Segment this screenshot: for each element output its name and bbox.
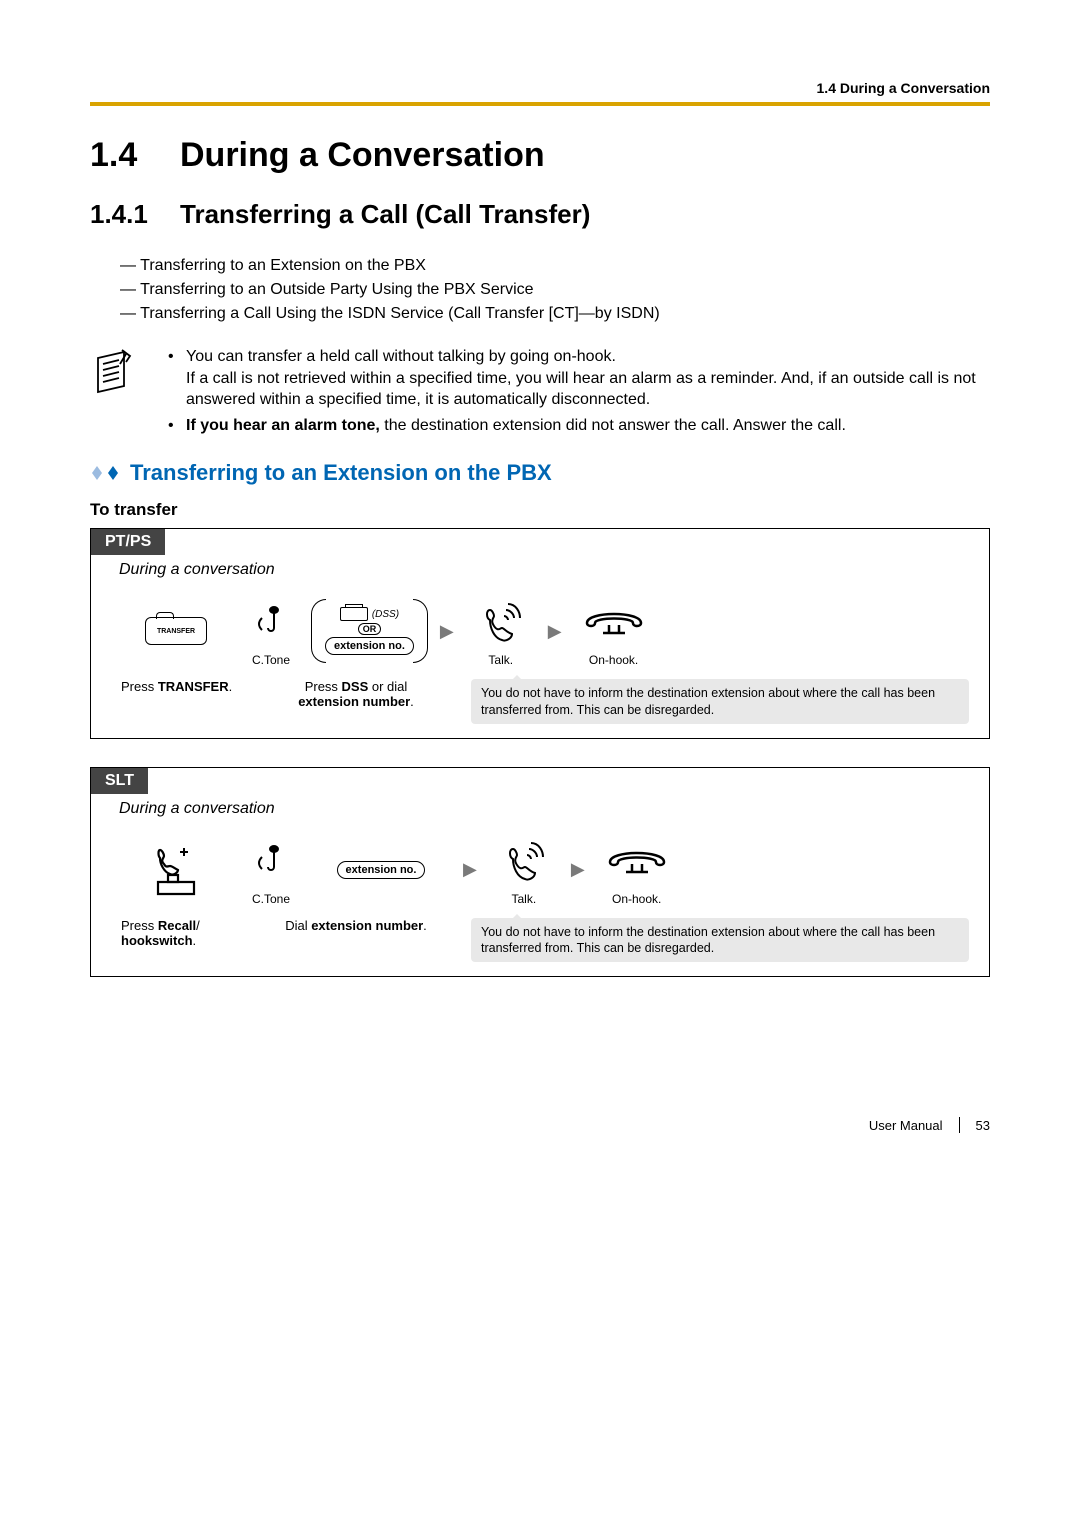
step-ctone: C.Tone: [241, 595, 301, 667]
talk-icon: [476, 598, 526, 648]
arrow-icon: ▶: [461, 859, 479, 880]
procedure-title: To transfer: [90, 500, 990, 520]
step-ext: extension no.: [311, 842, 451, 898]
diamond-bullet-icon: [90, 464, 120, 482]
topic-list: Transferring to an Extension on the PBX …: [120, 254, 990, 326]
running-header: 1.4 During a Conversation: [90, 80, 990, 102]
step-onhook: On-hook.: [597, 834, 677, 906]
procedure-context: During a conversation: [91, 794, 989, 830]
caption: Press Recall/hookswitch.: [121, 918, 251, 948]
h2-title: Transferring a Call (Call Transfer): [180, 199, 590, 229]
caption-row: Press TRANSFER. Press DSS or dial extens…: [91, 679, 989, 738]
recall-hookswitch-icon: [146, 842, 206, 898]
ctone-label: C.Tone: [252, 653, 290, 667]
arrow-icon: ▶: [546, 621, 564, 642]
heading-1: 1.4During a Conversation: [90, 136, 990, 175]
note-text: If a call is not retrieved within a spec…: [186, 370, 976, 409]
caption: Dial extension number.: [261, 918, 451, 933]
caption-row: Press Recall/hookswitch. Dial extension …: [91, 918, 989, 977]
step-dss-or-ext: (DSS) OR extension no.: [311, 603, 428, 659]
step-recall: [121, 842, 231, 898]
arrow-icon: ▶: [438, 621, 456, 642]
heading-2: 1.4.1Transferring a Call (Call Transfer): [90, 199, 990, 230]
note-block: You can transfer a held call without tal…: [90, 346, 990, 440]
note-text: the destination extension did not answer…: [380, 417, 846, 434]
talk-icon: [499, 837, 549, 887]
list-item: Transferring to an Outside Party Using t…: [120, 278, 990, 302]
onhook-icon: [581, 603, 647, 643]
subheading-row: Transferring to an Extension on the PBX: [90, 460, 990, 486]
procedure-tab: SLT: [91, 768, 148, 794]
footer-page-number: 53: [976, 1118, 990, 1133]
onhook-label: On-hook.: [589, 653, 638, 667]
procedure-context: During a conversation: [91, 555, 989, 591]
step-ctone: C.Tone: [241, 834, 301, 906]
subheading: Transferring to an Extension on the PBX: [130, 460, 552, 486]
dss-key-icon: [340, 607, 368, 621]
h1-number: 1.4: [90, 136, 180, 175]
step-transfer-key: TRANSFER: [121, 603, 231, 659]
tone-icon: [256, 843, 286, 881]
note-bold: If you hear an alarm tone,: [186, 417, 380, 434]
dss-label: (DSS): [372, 609, 399, 620]
list-item: Transferring to an Extension on the PBX: [120, 254, 990, 278]
transfer-key-icon: TRANSFER: [145, 617, 207, 645]
footer-manual-label: User Manual: [869, 1118, 943, 1133]
h1-title: During a Conversation: [180, 136, 545, 174]
extension-no-pill: extension no.: [325, 637, 414, 655]
extension-no-pill: extension no.: [337, 861, 426, 879]
page-footer: User Manual 53: [90, 1117, 990, 1133]
onhook-icon: [604, 842, 670, 882]
h2-number: 1.4.1: [90, 199, 180, 230]
caption: Press DSS or dial extension number.: [261, 679, 451, 709]
step-onhook: On-hook.: [574, 595, 654, 667]
onhook-label: On-hook.: [612, 892, 661, 906]
note-icon: [90, 346, 140, 403]
step-talk: Talk.: [466, 595, 536, 667]
or-label: OR: [358, 623, 382, 635]
talk-label: Talk.: [512, 892, 537, 906]
arrow-icon: ▶: [569, 859, 587, 880]
ctone-label: C.Tone: [252, 892, 290, 906]
talk-label: Talk.: [488, 653, 513, 667]
tone-icon: [256, 604, 286, 642]
callout-note: You do not have to inform the destinatio…: [471, 679, 969, 724]
note-text: You can transfer a held call without tal…: [186, 348, 616, 365]
procedure-tab: PT/PS: [91, 529, 165, 555]
callout-note: You do not have to inform the destinatio…: [471, 918, 969, 963]
note-body: You can transfer a held call without tal…: [164, 346, 990, 440]
list-item: Transferring a Call Using the ISDN Servi…: [120, 302, 990, 326]
caption: Press TRANSFER.: [121, 679, 251, 694]
procedure-box-slt: SLT During a conversation: [90, 767, 990, 978]
header-rule: [90, 102, 990, 106]
procedure-box-ptps: PT/PS During a conversation TRANSFER: [90, 528, 990, 739]
procedure-flow: C.Tone extension no. ▶: [91, 830, 989, 918]
step-talk: Talk.: [489, 834, 559, 906]
footer-separator: [959, 1117, 960, 1133]
procedure-flow: TRANSFER C.Tone: [91, 591, 989, 679]
